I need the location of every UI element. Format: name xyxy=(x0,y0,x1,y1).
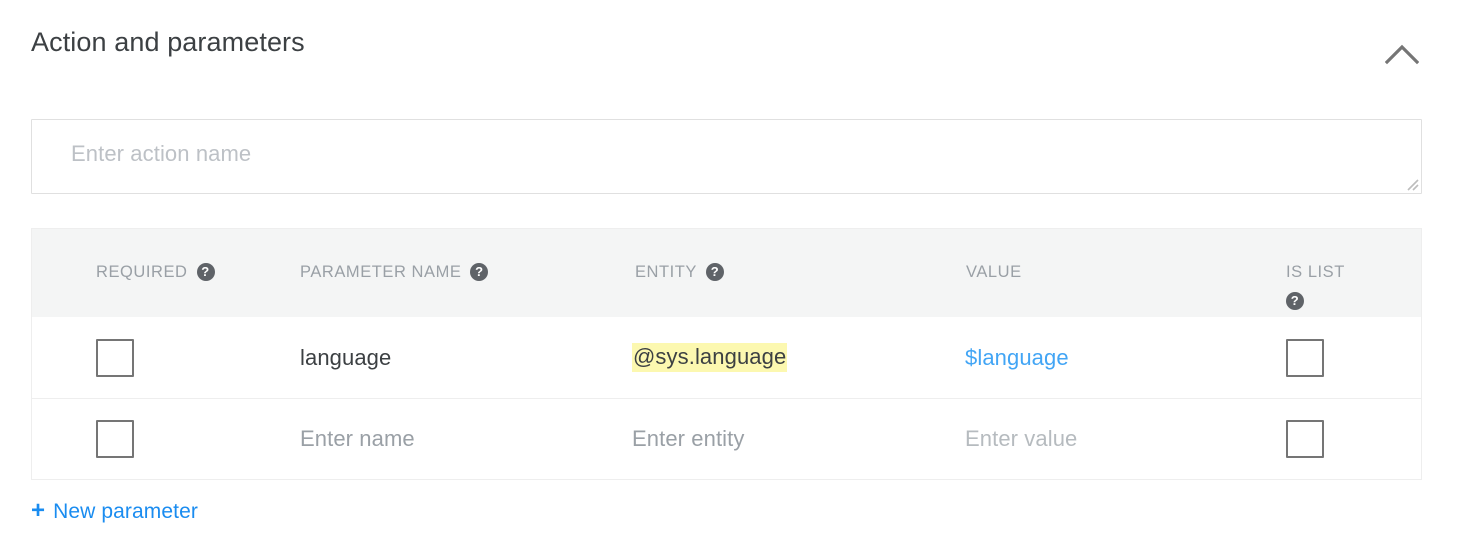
table-row: Enter name Enter entity Enter value xyxy=(32,398,1421,479)
column-header-is-list-label: IS LIST xyxy=(1286,262,1421,283)
cell-entity[interactable]: @sys.language xyxy=(598,317,929,398)
is-list-checkbox[interactable] xyxy=(1286,420,1324,458)
help-circle-icon[interactable]: ? xyxy=(470,263,488,281)
column-header-is-list: IS LIST ? xyxy=(1259,229,1421,311)
action-parameters-section-header: Action and parameters xyxy=(0,0,1472,96)
column-header-entity: ENTITY ? xyxy=(598,229,929,283)
cell-required xyxy=(32,317,266,398)
action-name-input[interactable]: Enter action name xyxy=(31,119,1422,194)
entity-value: @sys.language xyxy=(632,343,787,372)
column-header-entity-label: ENTITY xyxy=(635,262,697,283)
parameter-name-placeholder: Enter name xyxy=(300,426,415,452)
new-parameter-button[interactable]: + New parameter xyxy=(31,500,198,524)
cell-parameter-name[interactable]: language xyxy=(266,317,598,398)
table-header-row: REQUIRED ? PARAMETER NAME ? ENTITY ? VAL… xyxy=(32,228,1421,317)
table-row: language @sys.language $language xyxy=(32,317,1421,398)
help-circle-icon[interactable]: ? xyxy=(706,263,724,281)
required-checkbox[interactable] xyxy=(96,420,134,458)
collapse-section-button[interactable] xyxy=(1378,30,1426,78)
page-title: Action and parameters xyxy=(31,27,305,58)
column-header-parameter-name-label: PARAMETER NAME xyxy=(300,262,461,283)
value-placeholder: Enter value xyxy=(965,426,1077,452)
column-header-value-label: VALUE xyxy=(966,262,1022,283)
chevron-up-icon xyxy=(1385,43,1419,65)
parameters-table: REQUIRED ? PARAMETER NAME ? ENTITY ? VAL… xyxy=(31,228,1422,480)
new-parameter-label: New parameter xyxy=(53,500,198,524)
cell-is-list xyxy=(1259,399,1421,479)
is-list-checkbox[interactable] xyxy=(1286,339,1324,377)
required-checkbox[interactable] xyxy=(96,339,134,377)
value-reference-link[interactable]: $language xyxy=(965,345,1069,371)
parameter-name-value: language xyxy=(300,345,391,371)
cell-parameter-name[interactable]: Enter name xyxy=(266,399,598,479)
help-circle-icon[interactable]: ? xyxy=(197,263,215,281)
column-header-parameter-name: PARAMETER NAME ? xyxy=(266,229,598,283)
cell-entity[interactable]: Enter entity xyxy=(598,399,929,479)
help-circle-icon[interactable]: ? xyxy=(1286,292,1304,310)
entity-placeholder: Enter entity xyxy=(632,426,744,452)
column-header-required: REQUIRED ? xyxy=(32,229,266,283)
plus-icon: + xyxy=(31,499,45,523)
column-header-required-label: REQUIRED xyxy=(96,262,188,283)
cell-value[interactable]: $language xyxy=(929,317,1259,398)
column-header-value: VALUE xyxy=(929,229,1259,283)
cell-value[interactable]: Enter value xyxy=(929,399,1259,479)
cell-is-list xyxy=(1259,317,1421,398)
resize-grip-icon[interactable] xyxy=(1403,175,1419,191)
cell-required xyxy=(32,399,266,479)
action-name-placeholder: Enter action name xyxy=(71,141,251,167)
